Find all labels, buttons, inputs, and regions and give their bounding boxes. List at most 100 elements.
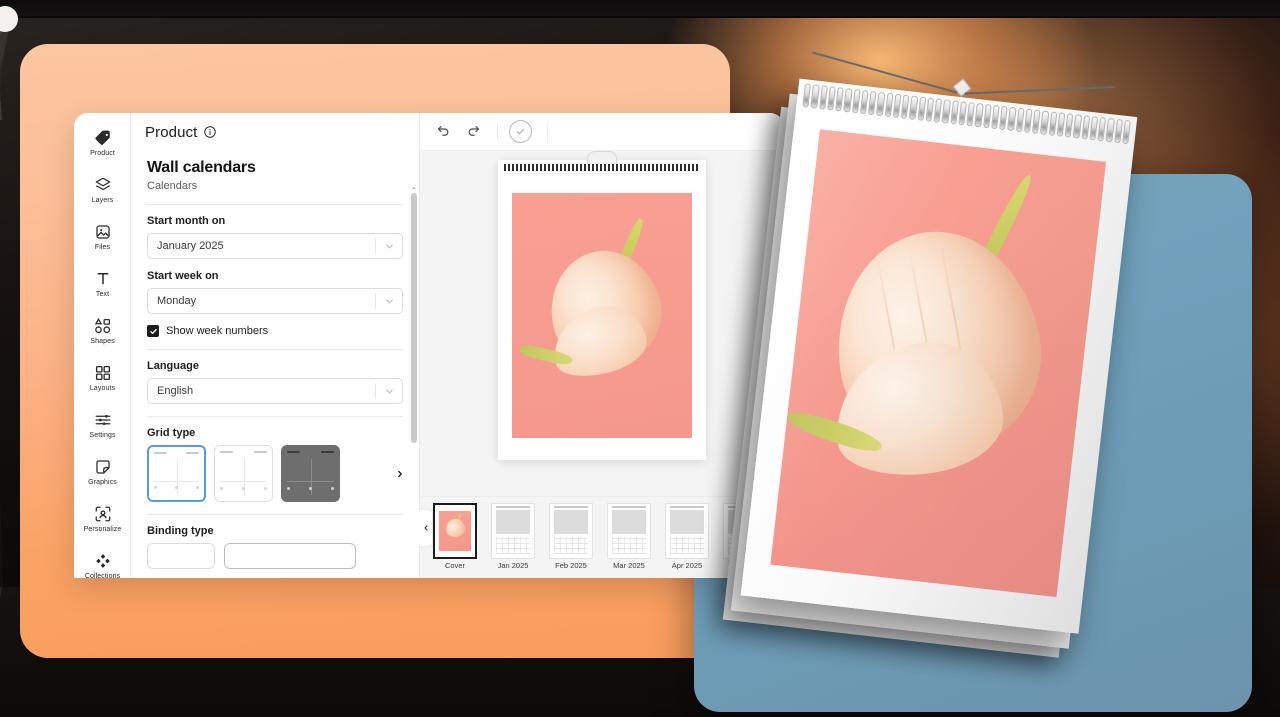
filmstrip-photo [554, 510, 588, 534]
calendar-mockup [722, 51, 1139, 660]
calendar-spiral-binding [504, 163, 700, 171]
grid-thumb-header [287, 451, 334, 453]
filmstrip-page-apr[interactable]: Apr 2025 [662, 503, 712, 570]
filmstrip-grid [612, 537, 646, 554]
rail-label: Text [95, 290, 110, 298]
checkbox-box [147, 325, 159, 337]
product-category: Calendars [147, 180, 198, 192]
grid-type-option-1[interactable] [147, 445, 206, 502]
divider [147, 514, 403, 515]
filmstrip-page-jan[interactable]: Jan 2025 [488, 503, 538, 570]
undo-icon[interactable] [430, 119, 456, 145]
canvas-column: Cover Jan 2025 Feb 2025 Mar 2025 Apr 202… [420, 113, 784, 578]
image-file-icon [93, 223, 112, 242]
panel-scrollbar[interactable] [411, 186, 417, 576]
rail-item-settings[interactable]: Settings [74, 401, 130, 448]
info-circle-icon[interactable] [203, 125, 217, 139]
filmstrip-label: Cover [444, 561, 465, 570]
mockup-cover-photo [770, 129, 1107, 598]
filmstrip-thumbnail [433, 503, 477, 559]
filmstrip-wire [496, 506, 530, 508]
language-select[interactable]: English [147, 378, 403, 404]
start-month-select[interactable]: January 2025 [147, 233, 403, 259]
grid-thumb-dots [220, 487, 267, 490]
rail-label: Collections [84, 572, 121, 579]
language-label: Language [147, 360, 199, 372]
grid-thumb-header [154, 452, 199, 454]
panel-scrollbar-thumb[interactable] [411, 193, 417, 443]
rail-item-files[interactable]: Files [74, 213, 130, 260]
product-title: Wall calendars [147, 159, 256, 176]
calendar-cover-photo [512, 192, 692, 438]
show-week-numbers-label: Show week numbers [166, 325, 269, 337]
start-month-label: Start month on [147, 215, 226, 227]
rail-item-personalize[interactable]: Personalize [74, 495, 130, 542]
rail-item-shapes[interactable]: Shapes [74, 307, 130, 354]
rail-label: Files [94, 243, 111, 251]
filmstrip-label: Feb 2025 [555, 561, 587, 570]
shapes-icon [93, 317, 112, 336]
binding-type-option-1[interactable] [147, 543, 215, 569]
calendar-hook-shape [587, 151, 617, 164]
rail-label: Personalize [83, 525, 122, 533]
collections-icon [93, 552, 112, 571]
filmstrip-wire [554, 506, 588, 508]
grid-type-option-3[interactable] [281, 445, 340, 502]
filmstrip-label: Mar 2025 [613, 561, 645, 570]
grid-type-options [147, 445, 407, 502]
rail-item-layers[interactable]: Layers [74, 166, 130, 213]
rail-label: Layers [91, 196, 114, 204]
filmstrip-grid [554, 537, 588, 554]
rail-item-product[interactable]: Product [74, 119, 130, 166]
rail-label: Shapes [90, 337, 115, 345]
personalize-icon [93, 505, 112, 524]
grid-type-label: Grid type [147, 427, 196, 439]
rail-item-layouts[interactable]: Layouts [74, 354, 130, 401]
show-week-numbers-checkbox[interactable]: Show week numbers [147, 325, 403, 337]
rail-item-text[interactable]: Text [74, 260, 130, 307]
grid-type-option-2[interactable] [214, 445, 273, 502]
filmstrip-grid [670, 537, 704, 554]
panel-header: Product [131, 113, 419, 151]
canvas-toolbar [420, 113, 784, 151]
rail-label: Layouts [89, 384, 116, 392]
calendar-hook [587, 151, 617, 164]
text-icon [93, 270, 112, 289]
binding-type-option-2[interactable] [224, 543, 356, 569]
filmstrip-page-feb[interactable]: Feb 2025 [546, 503, 596, 570]
background-hairline [0, 16, 1280, 18]
panel-collapse-handle[interactable] [419, 509, 433, 547]
redo-icon[interactable] [460, 119, 486, 145]
rail-label: Settings [89, 431, 116, 439]
filmstrip-page-cover[interactable]: Cover [430, 503, 480, 570]
rail-item-collections[interactable]: Collections [74, 542, 130, 579]
filmstrip-wire [670, 506, 704, 508]
chevron-right-icon[interactable] [393, 461, 407, 486]
start-week-select[interactable]: Monday [147, 288, 403, 314]
chevron-down-icon [376, 296, 402, 307]
filmstrip-thumbnail [491, 503, 535, 559]
rail-label: Product [90, 149, 115, 157]
calendar-preview[interactable] [498, 151, 706, 460]
filmstrip-photo [612, 510, 646, 534]
grid-thumb-dots [154, 486, 199, 489]
grid-thumb-dots [287, 487, 334, 490]
mockup-front-page [740, 78, 1138, 634]
canvas-area[interactable] [420, 151, 784, 496]
binding-type-label: Binding type [147, 525, 214, 537]
panel-scroll-area: Wall calendars Calendars Start month on … [131, 151, 419, 578]
screenshot-stage: Product Layers Files Text Shapes Layouts… [0, 0, 1280, 717]
check-circle-icon[interactable] [509, 120, 532, 143]
language-value: English [157, 385, 194, 397]
layers-icon [93, 176, 112, 195]
divider [147, 349, 403, 350]
filmstrip-page-mar[interactable]: Mar 2025 [604, 503, 654, 570]
filmstrip-thumbnail [549, 503, 593, 559]
caret-up-icon[interactable] [411, 184, 417, 192]
divider [147, 204, 403, 205]
sticker-icon [93, 458, 112, 477]
background-top-bar [0, 0, 1280, 16]
settings-panel: Product Wall calendars Calendars Start m… [131, 113, 420, 578]
filmstrip-photo [439, 511, 471, 551]
rail-item-graphics[interactable]: Graphics [74, 448, 130, 495]
